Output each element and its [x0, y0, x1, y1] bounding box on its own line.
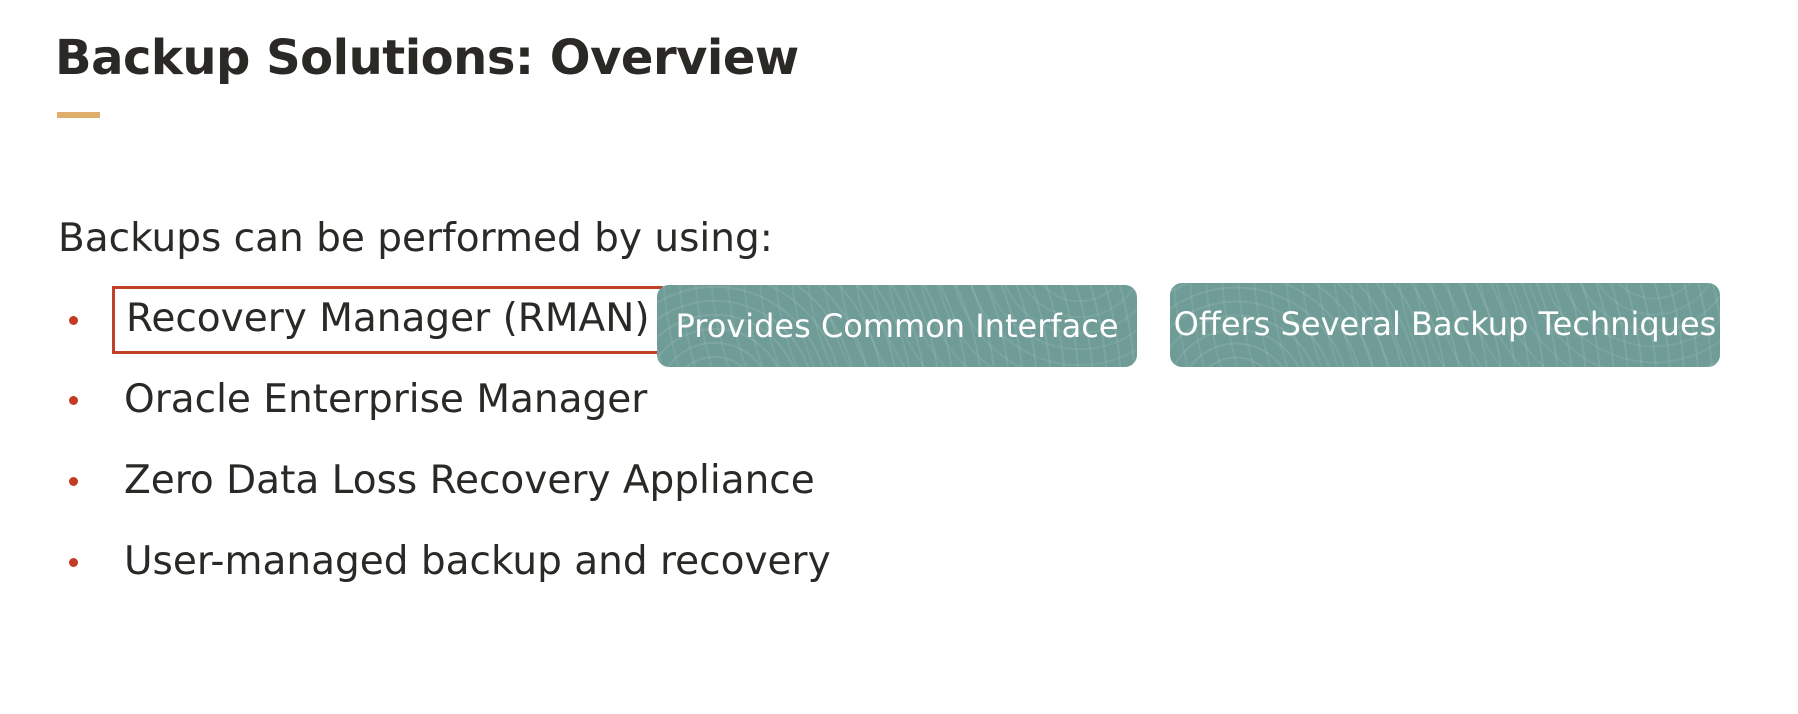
bullet-label-rman: Recovery Manager (RMAN) [112, 286, 663, 354]
intro-text: Backups can be performed by using: [58, 216, 773, 261]
bullet-dot-icon [69, 396, 78, 405]
bullet-label-recovery-appliance: Zero Data Loss Recovery Appliance [124, 458, 815, 503]
bullet-item-recovery-appliance: Zero Data Loss Recovery Appliance [0, 451, 900, 511]
bullet-dot-icon [69, 558, 78, 567]
offers-backup-techniques-button[interactable]: Offers Several Backup Techniques [1170, 283, 1720, 367]
bullet-label-enterprise-manager: Oracle Enterprise Manager [124, 377, 648, 422]
bullet-item-enterprise-manager: Oracle Enterprise Manager [0, 370, 900, 430]
provides-common-interface-button[interactable]: Provides Common Interface [657, 285, 1137, 367]
bullet-dot-icon [69, 316, 78, 325]
bullet-dot-icon [69, 477, 78, 486]
title-accent-bar [57, 112, 100, 118]
bullet-item-user-managed: User-managed backup and recovery [0, 532, 900, 592]
bullet-label-user-managed: User-managed backup and recovery [124, 539, 831, 584]
slide-title: Backup Solutions: Overview [55, 30, 799, 86]
